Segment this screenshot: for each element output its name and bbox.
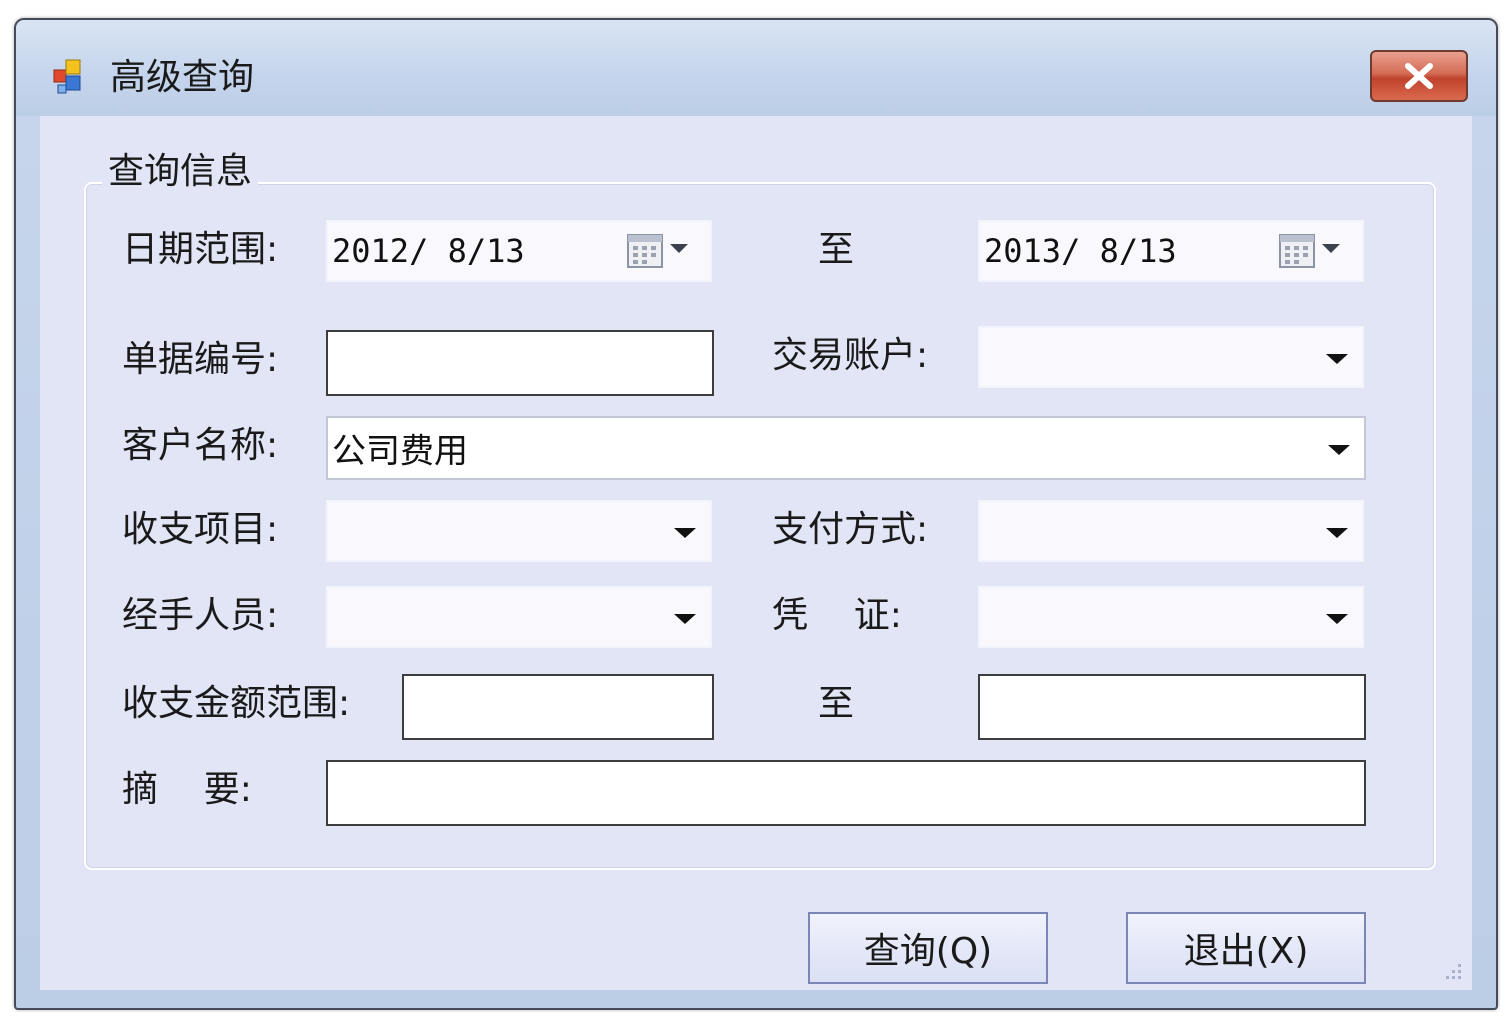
title-bar[interactable]: 高级查询 — [16, 20, 1496, 116]
item-select[interactable] — [326, 500, 712, 562]
pay-method-select[interactable] — [978, 500, 1364, 562]
item-label: 收支项目: — [122, 509, 279, 550]
date-to-label: 至 — [818, 229, 855, 270]
close-icon — [1405, 63, 1433, 89]
window-title: 高级查询 — [110, 57, 255, 98]
amount-range-label: 收支金额范围: — [122, 683, 351, 724]
date-to-picker[interactable]: 2013/ 8/13 — [978, 220, 1364, 282]
chevron-down-icon[interactable] — [674, 614, 696, 624]
groupbox-title: 查询信息 — [102, 150, 259, 194]
voucher-select[interactable] — [978, 586, 1364, 648]
date-to-value: 2013/ 8/13 — [984, 232, 1177, 270]
pay-method-label: 支付方式: — [772, 509, 929, 550]
app-icon — [53, 59, 81, 94]
chevron-down-icon[interactable] — [1328, 445, 1350, 455]
account-select[interactable] — [978, 326, 1364, 388]
doc-number-input[interactable] — [326, 330, 714, 396]
close-button[interactable] — [1370, 50, 1468, 102]
amount-from-input[interactable] — [402, 674, 714, 740]
chevron-down-icon[interactable] — [674, 528, 696, 538]
chevron-down-icon[interactable] — [1326, 354, 1348, 364]
amount-to-input[interactable] — [978, 674, 1366, 740]
customer-label: 客户名称: — [122, 425, 279, 466]
customer-value: 公司费用 — [332, 431, 468, 472]
query-button[interactable]: 查询(Q) — [808, 912, 1048, 984]
chevron-down-icon[interactable] — [1326, 614, 1348, 624]
advanced-query-dialog: 高级查询 查询信息 日期范围: 2012/ 8/13 至 2013/ 8/13 … — [14, 18, 1498, 1010]
customer-select[interactable]: 公司费用 — [326, 416, 1366, 480]
exit-button[interactable]: 退出(X) — [1126, 912, 1366, 984]
summary-label: 摘 要: — [122, 769, 252, 810]
chevron-down-icon[interactable] — [1326, 528, 1348, 538]
amount-to-label: 至 — [818, 683, 855, 724]
resize-grip-icon[interactable] — [1442, 960, 1464, 982]
dialog-body: 查询信息 日期范围: 2012/ 8/13 至 2013/ 8/13 单据编号:… — [40, 116, 1472, 990]
calendar-dropdown-icon[interactable] — [626, 231, 696, 271]
date-range-label: 日期范围: — [122, 229, 279, 270]
date-from-picker[interactable]: 2012/ 8/13 — [326, 220, 712, 282]
handler-select[interactable] — [326, 586, 712, 648]
account-label: 交易账户: — [772, 335, 929, 376]
handler-label: 经手人员: — [122, 595, 279, 636]
voucher-label: 凭 证: — [772, 595, 902, 636]
summary-input[interactable] — [326, 760, 1366, 826]
doc-number-label: 单据编号: — [122, 339, 279, 380]
calendar-dropdown-icon[interactable] — [1278, 231, 1348, 271]
date-from-value: 2012/ 8/13 — [332, 232, 525, 270]
